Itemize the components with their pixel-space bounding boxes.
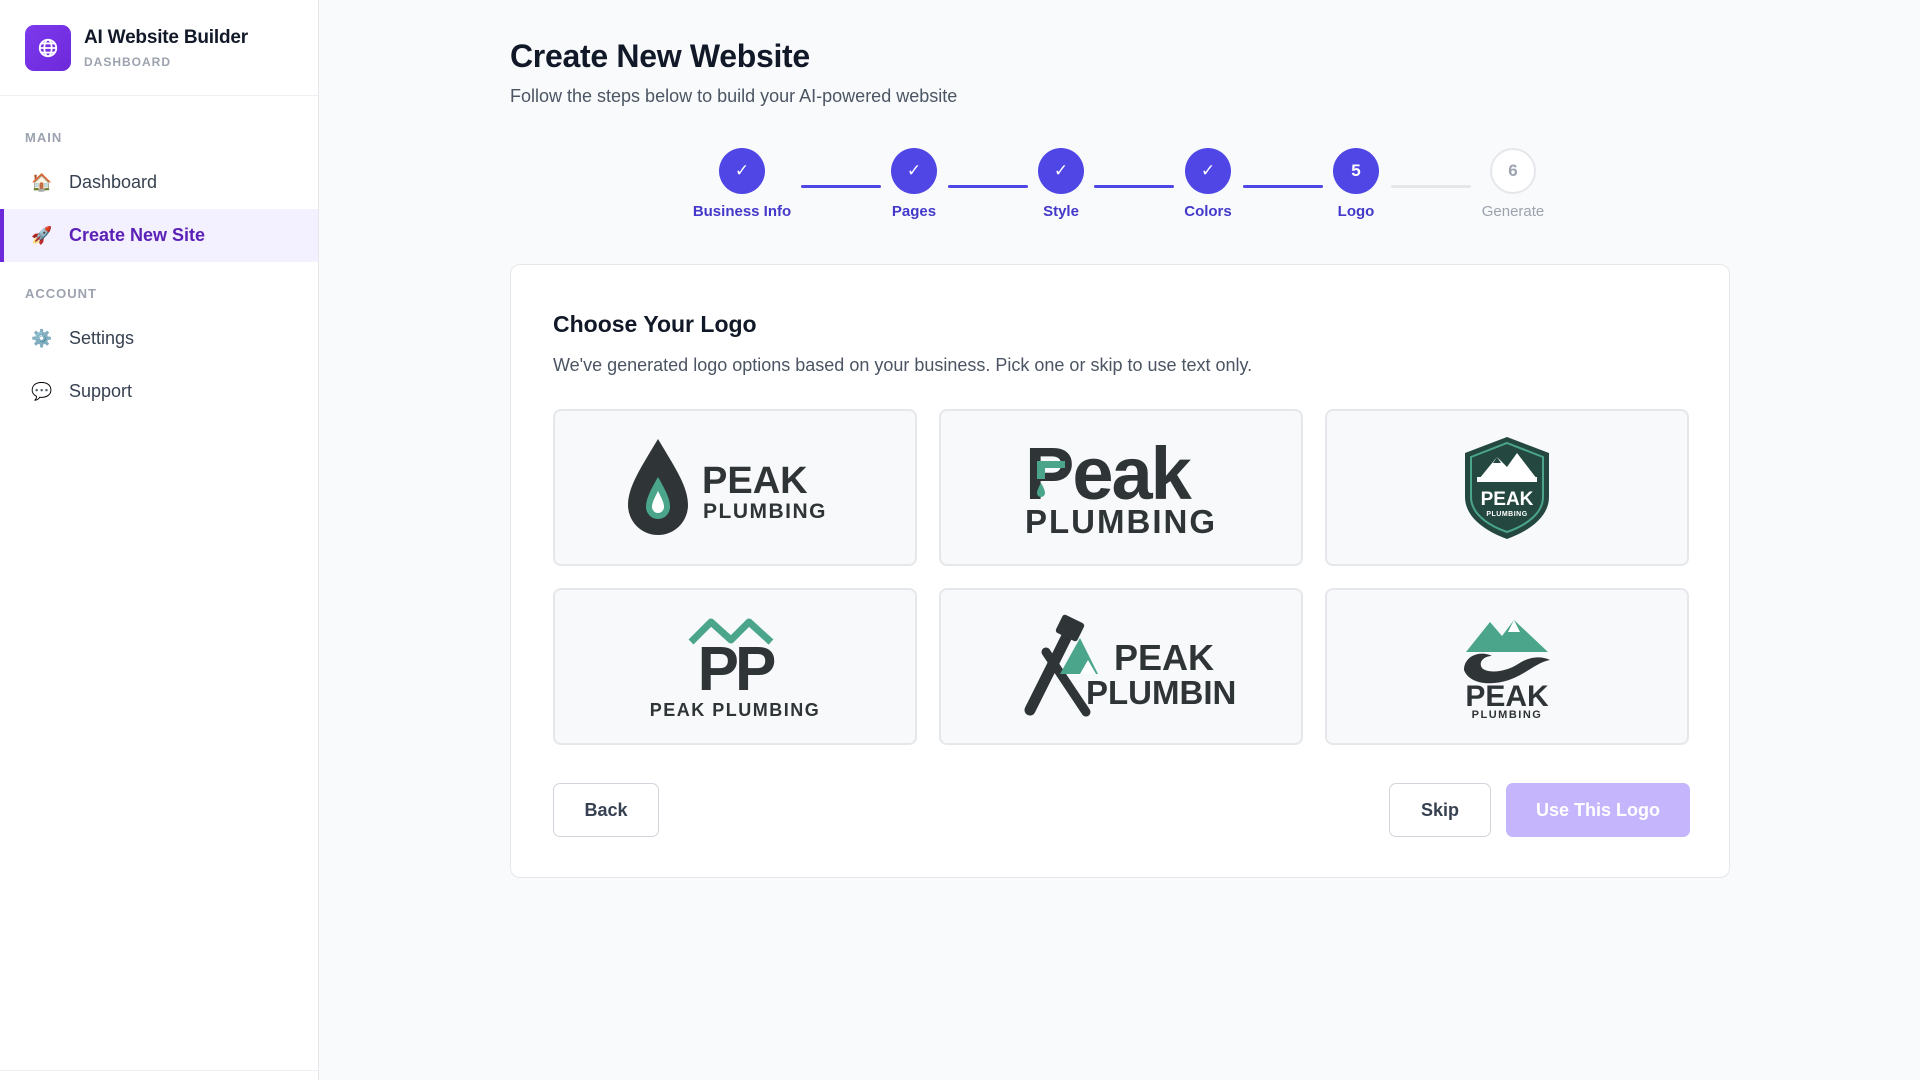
logo-text: PLUMBING bbox=[1086, 674, 1236, 711]
logo-option-water-drop[interactable]: PEAK PLUMBING bbox=[553, 409, 917, 566]
page-subtitle: Follow the steps below to build your AI-… bbox=[510, 86, 958, 106]
card-description: We've generated logo options based on yo… bbox=[553, 355, 1253, 375]
logo-text: PLUMBING bbox=[703, 500, 827, 523]
brand-subtitle: DASHBOARD bbox=[84, 54, 171, 69]
step-number: 6 bbox=[1490, 148, 1536, 194]
logo-text: PEAK bbox=[1114, 637, 1214, 678]
speech-bubble-icon: 💬 bbox=[31, 381, 53, 401]
check-icon: ✓ bbox=[1185, 148, 1231, 194]
skip-button[interactable]: Skip bbox=[1389, 783, 1491, 837]
step-generate[interactable]: 6 Generate bbox=[1443, 148, 1583, 220]
sidebar-item-label: Dashboard bbox=[69, 172, 158, 192]
pp-monogram-logo: PP PEAK PLUMBING bbox=[650, 618, 821, 720]
step-business-info[interactable]: ✓ Business Info bbox=[672, 148, 812, 220]
card-title: Choose Your Logo bbox=[553, 311, 757, 337]
step-pages[interactable]: ✓ Pages bbox=[844, 148, 984, 220]
house-icon: 🏠 bbox=[31, 172, 53, 192]
check-icon: ✓ bbox=[891, 148, 937, 194]
sidebar-footer-divider bbox=[0, 1070, 318, 1071]
sidebar: AI Website Builder DASHBOARD MAIN 🏠 Dash… bbox=[0, 0, 319, 1080]
logo-selection-card: Choose Your Logo We've generated logo op… bbox=[510, 264, 1730, 878]
logo-option-wrench-mountain[interactable]: PEAK PLUMBING bbox=[939, 588, 1303, 745]
logo-text: PLUMBING bbox=[1486, 511, 1527, 518]
sidebar-item-support[interactable]: 💬 Support bbox=[0, 365, 318, 418]
faucet-wordmark-logo: Peak PLUMBING bbox=[1025, 433, 1217, 540]
step-label: Colors bbox=[1184, 203, 1232, 220]
wrench-mountain-logo: PEAK PLUMBING bbox=[1024, 614, 1236, 716]
logo-option-mountain-shield[interactable]: PEAK PLUMBING bbox=[1325, 409, 1689, 566]
logo-text: PP bbox=[698, 635, 775, 704]
step-label: Generate bbox=[1481, 203, 1545, 220]
sidebar-item-create-new-site[interactable]: 🚀 Create New Site bbox=[0, 209, 318, 262]
step-label: Style bbox=[1043, 203, 1079, 220]
step-logo[interactable]: 5 Logo bbox=[1286, 148, 1426, 220]
logo-text: PEAK bbox=[1481, 489, 1534, 510]
nav-section-account: ACCOUNT bbox=[25, 286, 97, 301]
logo-text: PEAK bbox=[702, 460, 808, 502]
sidebar-item-label: Settings bbox=[69, 328, 135, 348]
step-style[interactable]: ✓ Style bbox=[991, 148, 1131, 220]
brand-title: AI Website Builder bbox=[84, 26, 248, 48]
globe-icon bbox=[25, 24, 71, 71]
check-icon: ✓ bbox=[1038, 148, 1084, 194]
logo-grid: PEAK PLUMBING Peak PLUMBING PEAK PLUMBIN… bbox=[553, 409, 1689, 745]
step-number: 5 bbox=[1333, 148, 1379, 194]
step-colors[interactable]: ✓ Colors bbox=[1138, 148, 1278, 220]
sidebar-item-label: Create New Site bbox=[69, 225, 206, 245]
gear-icon: ⚙️ bbox=[31, 328, 53, 348]
nav-section-main: MAIN bbox=[25, 130, 63, 145]
sidebar-item-dashboard[interactable]: 🏠 Dashboard bbox=[0, 156, 318, 209]
use-this-logo-button[interactable]: Use This Logo bbox=[1506, 783, 1690, 837]
check-icon: ✓ bbox=[719, 148, 765, 194]
page-title: Create New Website bbox=[510, 38, 810, 74]
sidebar-item-label: Support bbox=[69, 381, 133, 401]
step-label: Business Info bbox=[692, 203, 792, 220]
logo-option-pp-monogram[interactable]: PP PEAK PLUMBING bbox=[553, 588, 917, 745]
mountain-shield-logo: PEAK PLUMBING bbox=[1465, 436, 1549, 539]
rocket-icon: 🚀 bbox=[31, 225, 53, 245]
water-drop-logo: PEAK PLUMBING bbox=[628, 438, 827, 535]
step-label: Pages bbox=[891, 203, 937, 220]
logo-text: PEAK PLUMBING bbox=[650, 700, 821, 720]
brand-header[interactable]: AI Website Builder DASHBOARD bbox=[0, 0, 318, 96]
logo-option-mountain-wave[interactable]: PEAK PLUMBING bbox=[1325, 588, 1689, 745]
stepper: ✓ Business Info ✓ Pages ✓ Style ✓ Colors… bbox=[680, 148, 1580, 228]
sidebar-item-settings[interactable]: ⚙️ Settings bbox=[0, 312, 318, 365]
mountain-wave-logo: PEAK PLUMBING bbox=[1464, 619, 1550, 721]
logo-option-faucet-wordmark[interactable]: Peak PLUMBING bbox=[939, 409, 1303, 566]
logo-text: PLUMBING bbox=[1472, 709, 1543, 721]
back-button[interactable]: Back bbox=[553, 783, 659, 837]
step-label: Logo bbox=[1337, 203, 1375, 220]
logo-text: PLUMBING bbox=[1025, 503, 1217, 540]
